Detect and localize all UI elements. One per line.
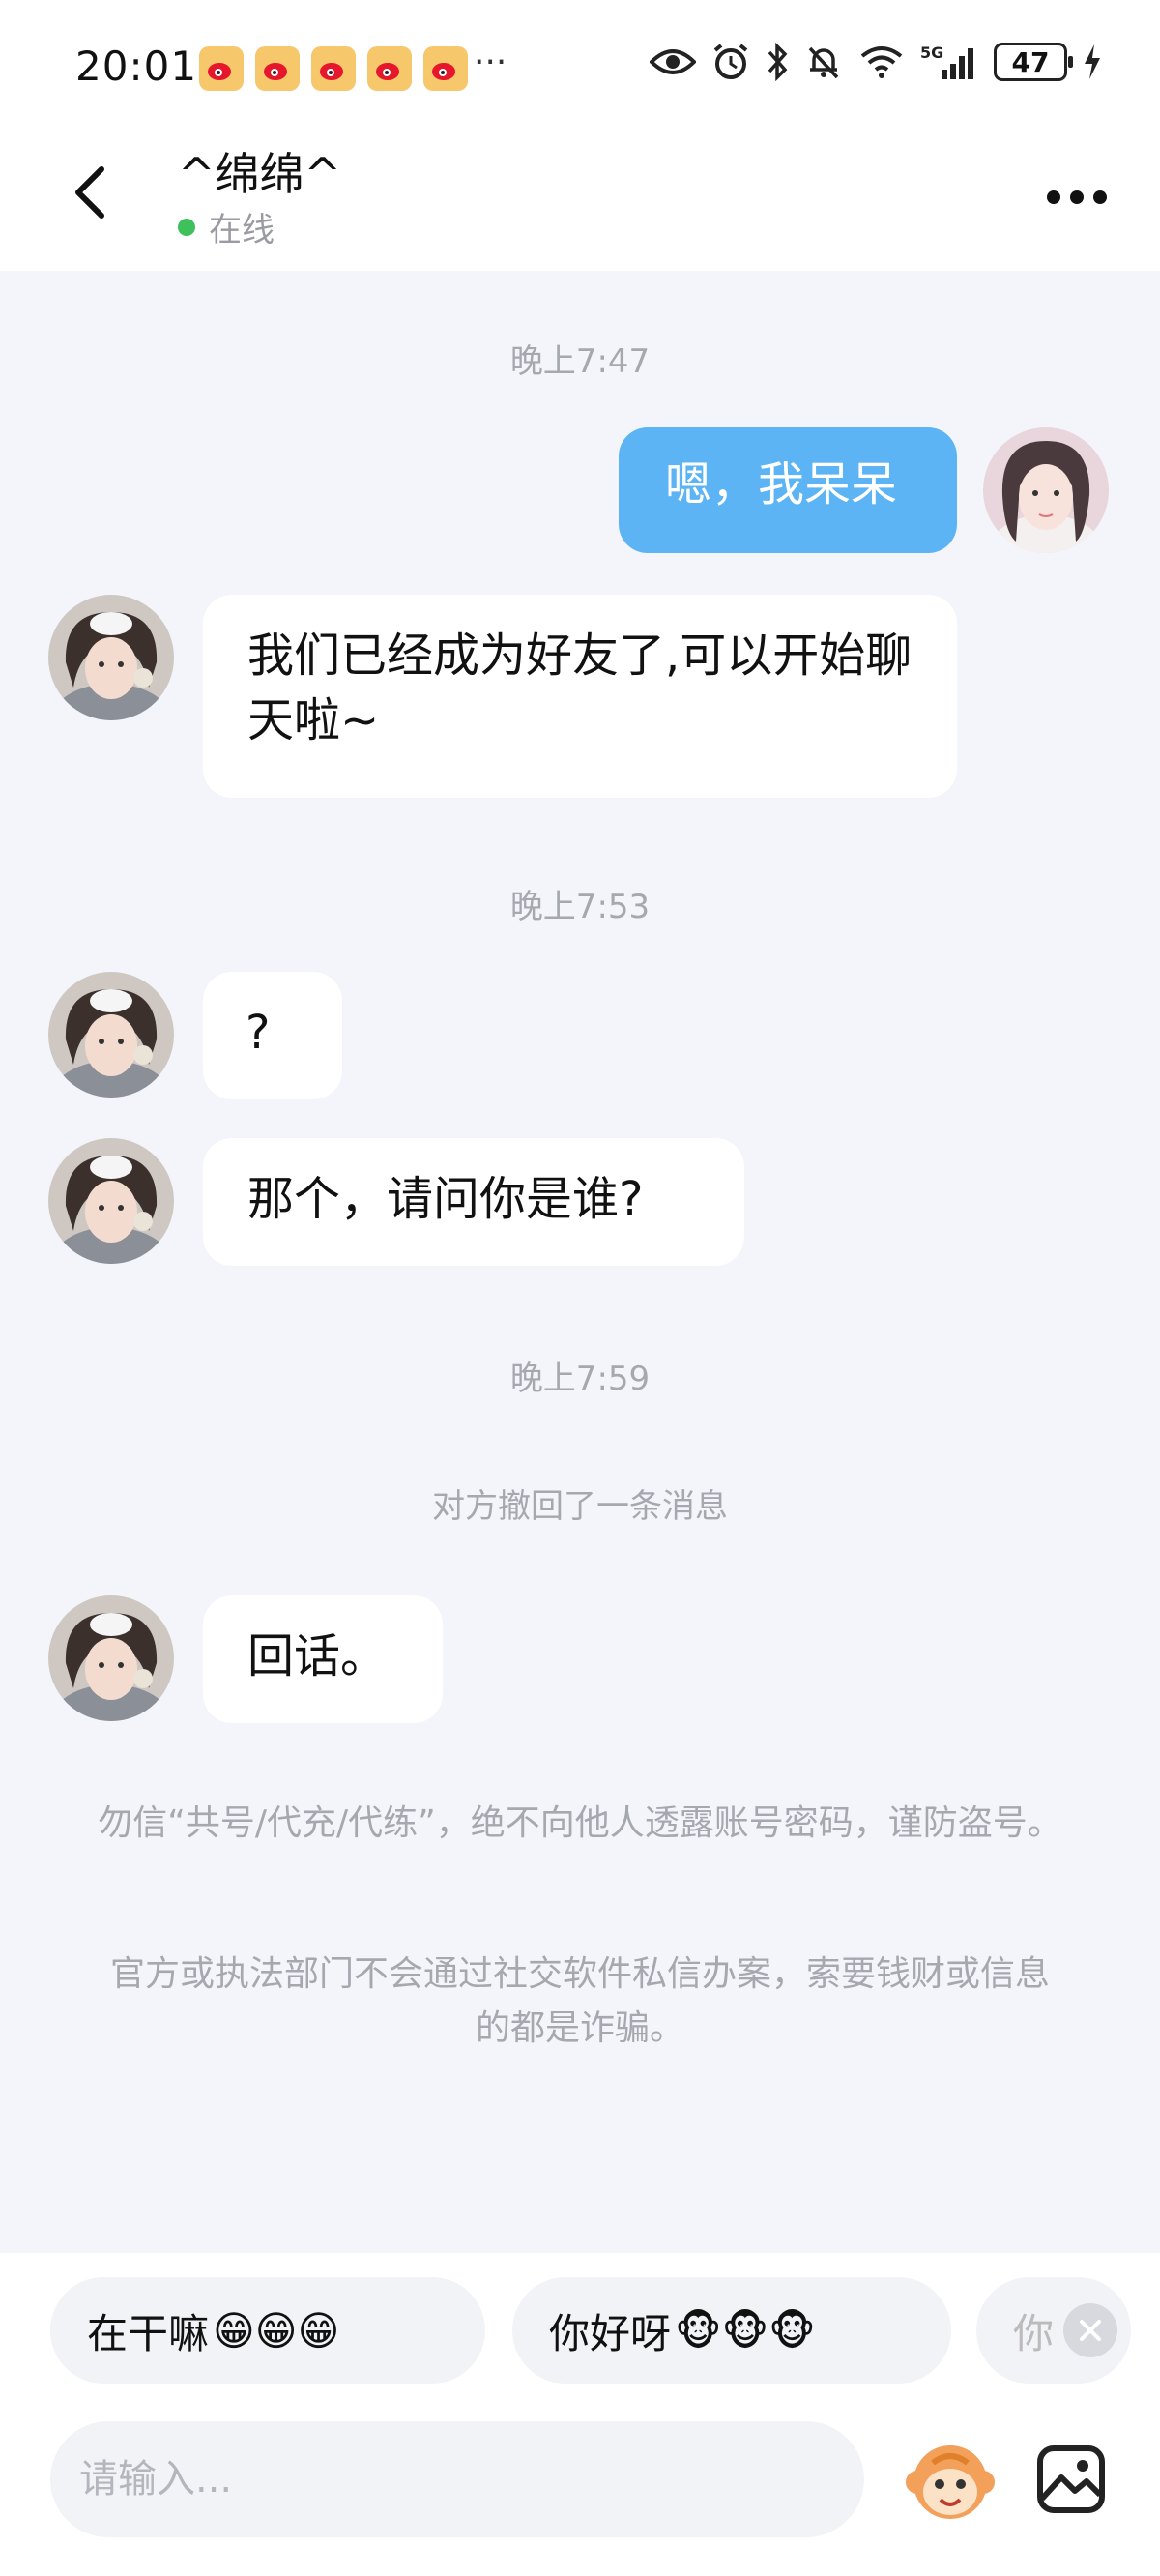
image-button[interactable] [1025,2433,1117,2526]
incoming-message-bubble[interactable]: 我们已经成为好友了,可以开始聊天啦~ [203,595,957,798]
outgoing-message-bubble[interactable]: 嗯，我呆呆 [619,427,957,553]
weibo-icon [255,46,300,91]
bluetooth-icon [766,43,789,81]
safety-tip: 官方或执法部门不会通过社交软件私信办案，索要钱财或信息的都是诈骗。 [109,1954,1050,2048]
quick-reply-chip[interactable]: 在干嘛 😁😁😁 [50,2277,485,2384]
close-icon [1080,2320,1101,2341]
mute-bell-icon [804,43,843,81]
quick-reply-text: 你 [1013,2309,1055,2357]
online-status-text: 在线 [209,211,275,249]
back-button[interactable] [56,159,124,226]
more-options-button[interactable] [1038,178,1116,217]
message-input[interactable] [50,2421,864,2537]
weibo-icon [199,46,244,91]
my-avatar[interactable] [983,427,1109,553]
monkey-emoji-icon [906,2445,995,2519]
recall-notice: 对方撤回了一条消息 [432,1487,728,1526]
close-quick-replies-button[interactable] [1063,2303,1117,2357]
eye-icon [650,46,696,77]
quick-reply-chip[interactable]: 你好呀 🐵🐵🐵 [512,2277,951,2384]
emoji-button[interactable] [897,2427,1003,2533]
chat-header: ^绵绵^ 在线 [0,135,1160,271]
network-type-label: 5G [920,44,943,62]
contact-avatar[interactable] [48,595,174,720]
incoming-message-bubble[interactable]: 回话。 [203,1595,443,1723]
quick-reply-bar: 在干嘛 😁😁😁 你好呀 🐵🐵🐵 你 [0,2253,1160,2408]
charging-icon [1083,43,1102,81]
contact-avatar[interactable] [48,1138,174,1264]
incoming-message-bubble[interactable]: 那个，请问你是谁? [203,1138,744,1266]
incoming-message-bubble[interactable]: ? [203,972,342,1099]
status-bar: 20:01 ··· 5G 47 [0,0,1160,135]
message-input-bar [0,2408,1160,2576]
safety-tip: 勿信“共号/代充/代练”，绝不向他人透露账号密码，谨防盗号。 [98,1803,1062,1843]
weibo-icon [311,46,356,91]
contact-avatar[interactable] [48,1595,174,1721]
quick-reply-text: 你好呀 [549,2309,672,2357]
back-arrow-icon [75,166,104,219]
image-icon [1037,2445,1105,2513]
status-time: 20:01 [75,43,198,90]
message-timestamp: 晚上7:59 [509,1360,651,1398]
monkey-emoji-icon: 🐵🐵🐵 [675,2306,816,2355]
battery-level: 47 [1011,45,1050,78]
weibo-icon [423,46,468,91]
more-notifications-icon: ··· [474,43,508,82]
system-icons: 5G 47 [650,43,1102,81]
message-timestamp: 晚上7:47 [509,342,651,381]
more-dots-icon [1047,190,1107,204]
message-timestamp: 晚上7:53 [509,888,651,926]
cellular-signal-icon: 5G [920,43,978,81]
weibo-icon [367,46,412,91]
quick-reply-text: 在干嘛 [87,2309,210,2357]
online-status: 在线 [178,203,275,250]
contact-name[interactable]: ^绵绵^ [178,139,341,203]
battery-icon: 47 [994,43,1073,81]
wifi-icon [858,43,905,81]
contact-avatar[interactable] [48,972,174,1098]
grin-emoji-icon: 😁😁😁 [213,2306,340,2355]
notification-icons [199,46,468,91]
chat-message-list[interactable]: 晚上7:47 嗯，我呆呆 我们已经成为好友了,可以开始聊天啦~ 晚上7:53 ?… [0,271,1160,2253]
online-dot-icon [178,218,195,236]
alarm-icon [711,43,750,81]
